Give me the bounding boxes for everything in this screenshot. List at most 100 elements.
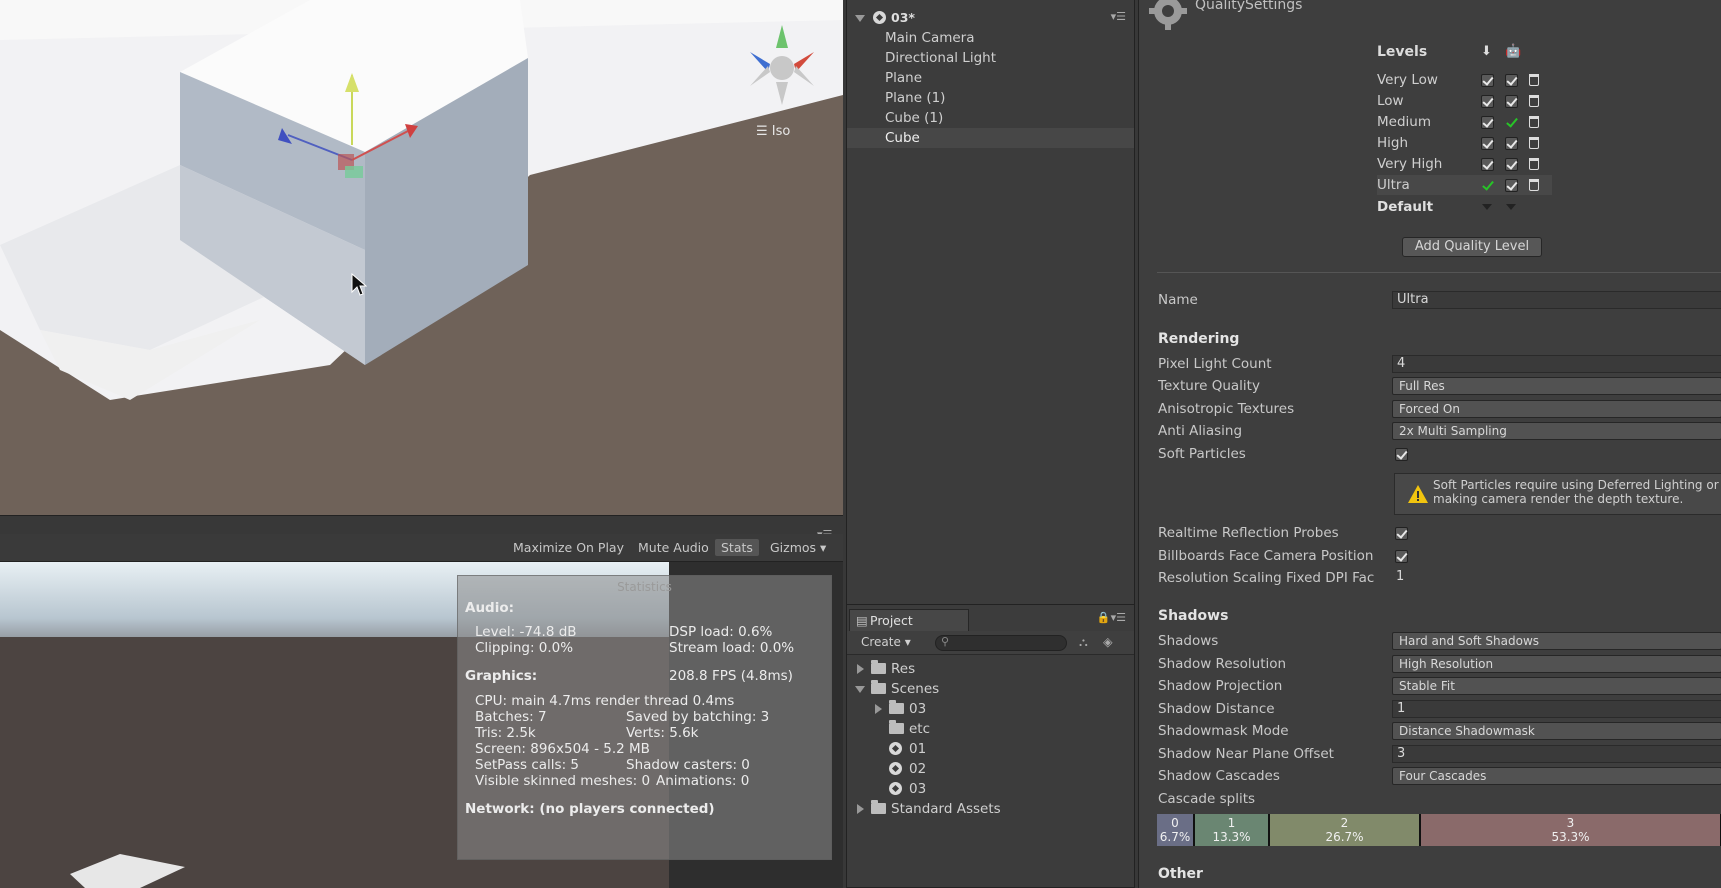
android-platform-icon: 🤖 [1505, 44, 1522, 59]
hierarchy-item-main-camera[interactable]: Main Camera [847, 28, 1134, 48]
tab-project-label: Project [870, 613, 913, 628]
cascade-segment-2[interactable]: 2 26.7% [1270, 814, 1421, 846]
delete-level-icon[interactable] [1529, 179, 1539, 191]
project-folder-res[interactable]: Res [847, 659, 1127, 679]
standalone-checkbox[interactable] [1481, 137, 1494, 150]
delete-level-icon[interactable] [1529, 116, 1539, 128]
collapse-arrow-icon[interactable] [855, 15, 865, 22]
stats-graphics-header: Graphics: [465, 668, 538, 684]
hierarchy-item-cube[interactable]: Cube [847, 128, 1134, 148]
folder-icon [871, 680, 886, 694]
scene-view[interactable]: ☰ Iso [0, 0, 843, 516]
inspector-title: QualitySettings [1195, 0, 1303, 13]
shadowmask-mode-dropdown[interactable]: Distance Shadowmask [1392, 722, 1721, 740]
project-folder-scenes[interactable]: Scenes [847, 679, 1127, 699]
billboards-face-camera-checkbox[interactable] [1395, 550, 1408, 563]
stats-overlay: Statistics Audio: Level: -74.8 dB Clippi… [457, 575, 832, 860]
project-folder-standard-assets[interactable]: Standard Assets [847, 799, 1127, 819]
filter-by-type-icon[interactable]: ⛬ [1079, 634, 1088, 650]
standalone-checkbox[interactable] [1481, 158, 1494, 171]
hierarchy-item-directional-light[interactable]: Directional Light [847, 48, 1134, 68]
shadow-cascades-dropdown[interactable]: Four Cascades [1392, 767, 1721, 785]
cascade-percent: 26.7% [1325, 830, 1364, 844]
soft-particles-checkbox[interactable] [1395, 448, 1408, 461]
shadows-dropdown[interactable]: Hard and Soft Shadows [1392, 632, 1721, 650]
quality-level-high[interactable]: High [1377, 133, 1552, 153]
hierarchy-item-cube-1[interactable]: Cube (1) [847, 108, 1134, 128]
android-checkbox[interactable] [1505, 137, 1518, 150]
expand-arrow-icon[interactable] [857, 664, 864, 674]
anisotropic-textures-dropdown[interactable]: Forced On [1392, 400, 1721, 418]
unity-scene-icon [889, 762, 902, 775]
project-lock-menu-icon[interactable]: 🔒▾☰ [1097, 611, 1126, 624]
standalone-default-check-icon[interactable] [1481, 179, 1494, 192]
hierarchy-item-label: Directional Light [885, 50, 996, 66]
project-toolbar: Create ▾ ⚲ ⛬ ◈ [847, 631, 1134, 655]
shadow-near-plane-offset-field[interactable]: 3 [1392, 745, 1721, 763]
resolution-scaling-field[interactable]: 1 [1392, 569, 1721, 587]
hierarchy-item-label: Plane (1) [885, 90, 946, 106]
cascade-splits-bar[interactable]: 0 6.7% 1 13.3% 2 26.7% 3 53.3% [1157, 814, 1721, 846]
android-checkbox[interactable] [1505, 179, 1518, 192]
shadow-near-plane-offset-label: Shadow Near Plane Offset [1158, 746, 1334, 762]
expand-arrow-icon[interactable] [857, 804, 864, 814]
gizmos-button[interactable]: Gizmos ▾ [770, 540, 826, 555]
project-folder-etc[interactable]: etc [847, 719, 1127, 739]
shadow-projection-label: Shadow Projection [1158, 678, 1283, 694]
hierarchy-menu-icon[interactable]: ▾☰ [1111, 10, 1126, 23]
realtime-reflection-probes-checkbox[interactable] [1395, 527, 1408, 540]
texture-quality-dropdown[interactable]: Full Res [1392, 377, 1721, 395]
anti-aliasing-dropdown[interactable]: 2x Multi Sampling [1392, 422, 1721, 440]
shadow-resolution-dropdown[interactable]: High Resolution [1392, 655, 1721, 673]
cascade-segment-3[interactable]: 3 53.3% [1421, 814, 1721, 846]
quality-level-very-high[interactable]: Very High [1377, 154, 1552, 174]
cascade-index: 2 [1340, 816, 1349, 830]
project-scene-02[interactable]: 02 [847, 759, 1127, 779]
project-folder-03[interactable]: 03 [847, 699, 1127, 719]
hierarchy-item-plane[interactable]: Plane [847, 68, 1134, 88]
delete-level-icon[interactable] [1529, 95, 1539, 107]
project-scene-01[interactable]: 01 [847, 739, 1127, 759]
standalone-checkbox[interactable] [1481, 95, 1494, 108]
quality-level-ultra[interactable]: Ultra [1377, 175, 1552, 195]
anisotropic-textures-label: Anisotropic Textures [1158, 401, 1295, 417]
projection-toggle[interactable]: ☰ Iso [756, 124, 790, 139]
delete-level-icon[interactable] [1529, 158, 1539, 170]
add-quality-level-button[interactable]: Add Quality Level [1402, 237, 1542, 257]
android-checkbox[interactable] [1505, 74, 1518, 87]
quality-level-very-low[interactable]: Very Low [1377, 70, 1552, 90]
collapse-arrow-icon[interactable] [855, 686, 865, 693]
hierarchy-scene-root[interactable]: 03* ▾☰ [847, 8, 1134, 28]
mute-audio-button[interactable]: Mute Audio [638, 540, 709, 555]
delete-level-icon[interactable] [1529, 74, 1539, 86]
gizmos-label: Gizmos [770, 540, 817, 555]
cascade-segment-1[interactable]: 1 13.3% [1195, 814, 1270, 846]
standalone-checkbox[interactable] [1481, 116, 1494, 129]
android-checkbox[interactable] [1505, 158, 1518, 171]
shadow-projection-dropdown[interactable]: Stable Fit [1392, 677, 1721, 695]
pixel-light-count-field[interactable]: 4 [1392, 355, 1721, 373]
scene-orientation-gizmo-icon[interactable] [742, 20, 822, 105]
tab-project[interactable]: ▤ Project [849, 609, 969, 631]
android-checkbox[interactable] [1505, 95, 1518, 108]
shadow-distance-field[interactable]: 1 [1392, 700, 1721, 718]
quality-level-medium[interactable]: Medium [1377, 112, 1552, 132]
android-default-check-icon[interactable] [1505, 116, 1518, 129]
project-search-input[interactable]: ⚲ [935, 635, 1067, 651]
quality-level-low[interactable]: Low [1377, 91, 1552, 111]
maximize-on-play-button[interactable]: Maximize On Play [513, 540, 624, 555]
stats-button[interactable]: Stats [715, 539, 759, 556]
delete-level-icon[interactable] [1529, 137, 1539, 149]
name-field[interactable]: Ultra [1392, 291, 1721, 309]
project-scene-03[interactable]: 03 [847, 779, 1127, 799]
expand-arrow-icon[interactable] [875, 704, 882, 714]
standalone-default-dropdown-icon[interactable] [1482, 204, 1492, 210]
cascade-segment-0[interactable]: 0 6.7% [1157, 814, 1195, 846]
mouse-cursor-icon [351, 273, 367, 296]
standalone-checkbox[interactable] [1481, 74, 1494, 87]
filter-by-label-icon[interactable]: ◈ [1103, 634, 1113, 649]
android-default-dropdown-icon[interactable] [1506, 204, 1516, 210]
create-button[interactable]: Create ▾ [861, 635, 911, 649]
game-toolbar: Maximize On Play Mute Audio Stats Gizmos… [0, 534, 843, 562]
hierarchy-item-plane-1[interactable]: Plane (1) [847, 88, 1134, 108]
